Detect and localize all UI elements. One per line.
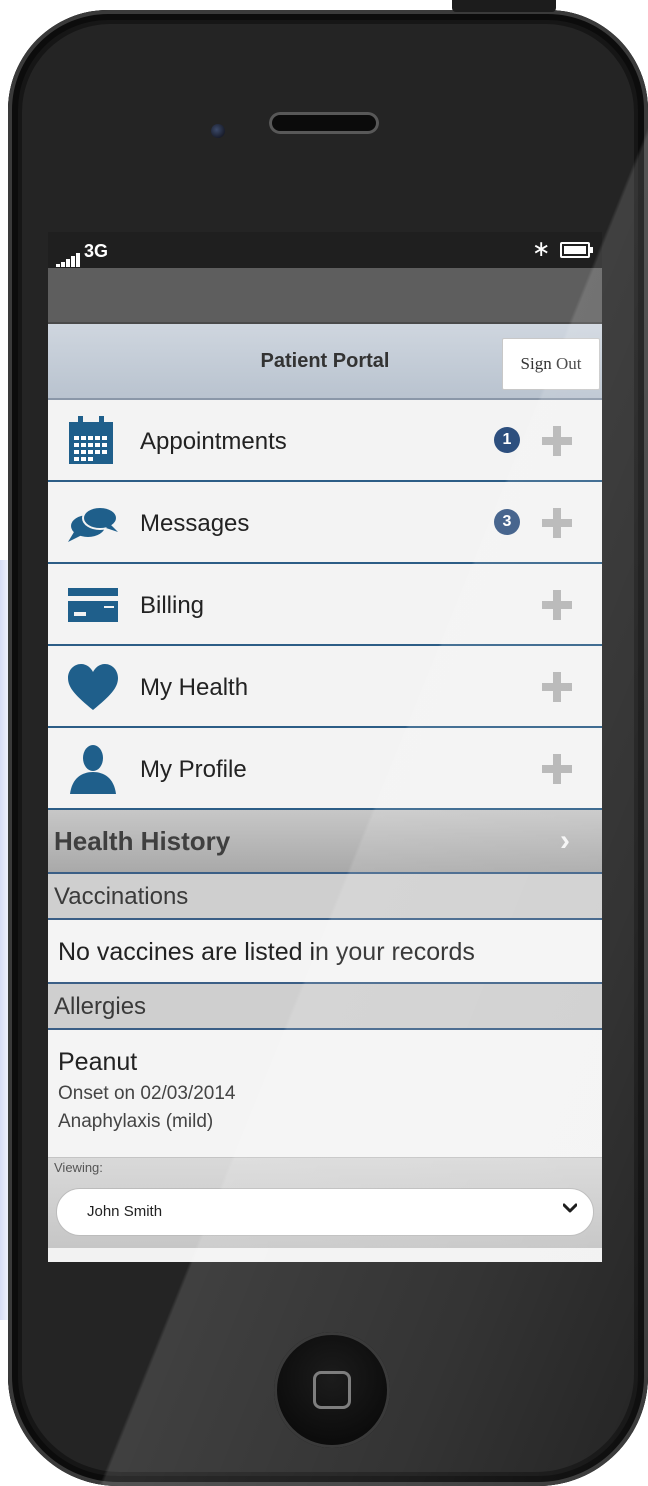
menu-label: My Health xyxy=(140,674,249,701)
heart-icon xyxy=(68,664,118,710)
person-icon xyxy=(70,745,116,794)
selected-patient: John Smith xyxy=(87,1203,163,1220)
home-square-icon xyxy=(313,1371,351,1409)
vaccinations-header: Vaccinations xyxy=(48,874,602,920)
menu-label: My Profile xyxy=(140,756,247,783)
plus-icon[interactable] xyxy=(542,508,572,538)
allergies-header: Allergies xyxy=(48,984,602,1030)
menu-label: Messages xyxy=(140,510,250,537)
plus-icon[interactable] xyxy=(542,754,572,784)
notification-badge: 1 xyxy=(494,427,520,453)
network-type: 3G xyxy=(84,241,109,261)
home-button[interactable] xyxy=(274,1332,390,1448)
battery-icon xyxy=(560,242,593,258)
sign-out-button[interactable]: Sign Out xyxy=(502,338,600,390)
allergy-onset: Onset on 02/03/2014 xyxy=(58,1083,236,1104)
menu-item-my-profile[interactable]: My Profile xyxy=(48,728,602,810)
portal-header: Patient Portal Sign Out xyxy=(48,324,602,400)
phone-screen: 3G ∗ Patient Portal Sign Out Appointment… xyxy=(48,232,602,1262)
patient-select[interactable]: John Smith xyxy=(56,1188,594,1236)
allergy-reaction: Anaphylaxis (mild) xyxy=(58,1111,214,1132)
menu-label: Appointments xyxy=(140,428,287,455)
chevron-down-icon xyxy=(563,1203,577,1213)
bluetooth-icon: ∗ xyxy=(532,236,551,261)
chevron-right-icon: › xyxy=(560,824,570,857)
chat-bubbles-icon xyxy=(68,506,118,542)
menu-item-appointments[interactable]: Appointments 1 xyxy=(48,400,602,482)
plus-icon[interactable] xyxy=(542,426,572,456)
menu-item-billing[interactable]: Billing xyxy=(48,564,602,646)
menu-label: Billing xyxy=(140,592,205,619)
signal-strength-icon xyxy=(56,246,81,267)
notification-badge: 3 xyxy=(494,509,520,535)
viewing-label: Viewing: xyxy=(54,1160,103,1175)
menu-item-messages[interactable]: Messages 3 xyxy=(48,482,602,564)
plus-icon[interactable] xyxy=(542,590,572,620)
front-camera xyxy=(211,124,225,138)
calendar-icon xyxy=(69,416,113,464)
power-button xyxy=(452,0,556,12)
app-toolbar xyxy=(48,268,602,324)
section-title: Health History xyxy=(54,826,231,856)
allergy-name: Peanut xyxy=(58,1048,138,1076)
status-bar: 3G ∗ xyxy=(48,232,602,268)
vaccinations-empty-text: No vaccines are listed in your records xyxy=(48,920,602,984)
health-history-header[interactable]: Health History › xyxy=(48,810,602,874)
menu-item-my-health[interactable]: My Health xyxy=(48,646,602,728)
credit-card-icon xyxy=(68,588,118,622)
allergy-item: Peanut Onset on 02/03/2014 Anaphylaxis (… xyxy=(48,1030,602,1158)
earpiece-speaker xyxy=(269,112,379,134)
plus-icon[interactable] xyxy=(542,672,572,702)
viewing-bar: Viewing: John Smith xyxy=(48,1158,602,1248)
